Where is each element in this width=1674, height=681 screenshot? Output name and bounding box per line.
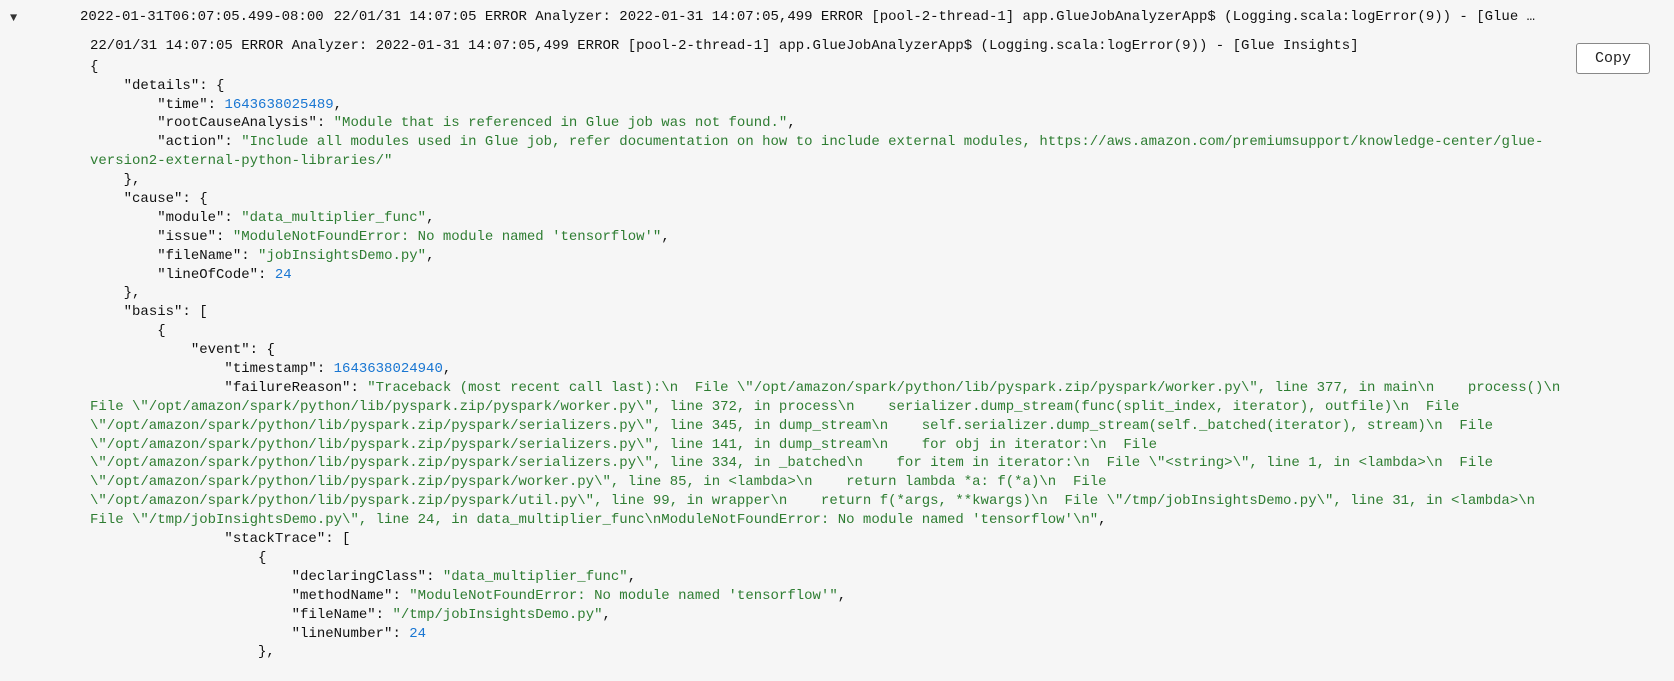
log-summary-text: 22/01/31 14:07:05 ERROR Analyzer: 2022-0…	[324, 8, 1664, 27]
log-json-body: { "details": { "time": 1643638025489, "r…	[90, 58, 1584, 663]
log-detail-block: Copy 22/01/31 14:07:05 ERROR Analyzer: 2…	[0, 33, 1674, 662]
log-detail-header: 22/01/31 14:07:05 ERROR Analyzer: 2022-0…	[90, 37, 1584, 56]
copy-button[interactable]: Copy	[1576, 43, 1650, 74]
log-timestamp: 2022-01-31T06:07:05.499-08:00	[30, 8, 324, 27]
expand-toggle-icon[interactable]: ▼	[10, 8, 30, 26]
log-summary-row[interactable]: ▼ 2022-01-31T06:07:05.499-08:00 22/01/31…	[0, 8, 1674, 27]
